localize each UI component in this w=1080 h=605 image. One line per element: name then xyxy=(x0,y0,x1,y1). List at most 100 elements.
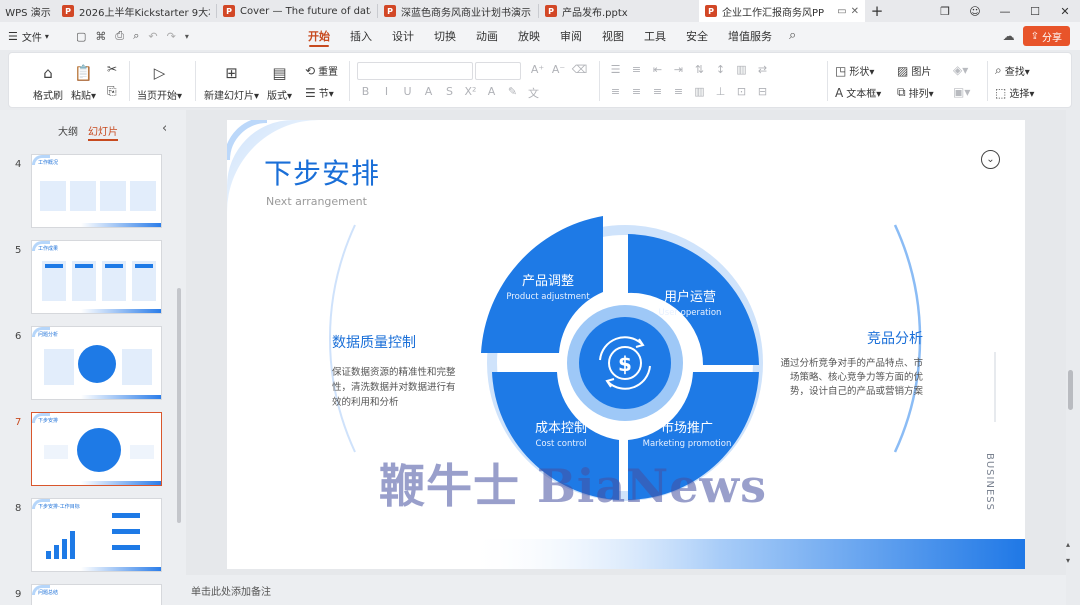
tab-outline[interactable]: 大纲 xyxy=(58,123,78,141)
select-button[interactable]: ⬚ 选择▾ xyxy=(995,85,1034,101)
navigator-scrollbar[interactable] xyxy=(177,288,181,523)
text-box-align-icon[interactable]: ⊡ xyxy=(731,85,752,98)
strike-icon[interactable]: S xyxy=(439,85,460,101)
segment-label[interactable]: 市场推广 Marketing promotion xyxy=(633,417,741,449)
document-tab[interactable]: P Cover — The future of data- xyxy=(217,0,377,22)
format-painter-button[interactable]: ⌂ 格式刷 xyxy=(33,63,63,102)
slide-thumbnail[interactable]: 问题分析 xyxy=(31,326,162,400)
vertical-align-icon[interactable]: ⊥ xyxy=(710,85,731,98)
align-right-icon[interactable]: ≡ xyxy=(647,85,668,98)
slide-thumbnail[interactable]: 工作成果 xyxy=(31,240,162,314)
superscript-icon[interactable]: X² xyxy=(460,85,481,101)
tab-animation[interactable]: 动画 xyxy=(466,22,508,50)
shrink-font-icon[interactable]: A⁻ xyxy=(548,63,569,76)
slide-thumbnail[interactable]: 工作概况 xyxy=(31,154,162,228)
search-icon[interactable]: ⌕ xyxy=(789,28,796,43)
slide-thumbnail[interactable]: 下步安排-工作目标 xyxy=(31,498,162,572)
segment-label[interactable]: 成本控制 Cost control xyxy=(509,417,613,449)
file-menu[interactable]: ☰ 文件 ▾ xyxy=(0,29,66,44)
side-text[interactable]: BUSINESS xyxy=(984,453,995,511)
highlight-icon[interactable]: ✎ xyxy=(502,85,523,101)
columns-icon[interactable]: ▥ xyxy=(731,63,752,76)
print-icon[interactable]: ⎙ xyxy=(115,29,124,43)
close-window-icon[interactable]: ✕ xyxy=(1050,0,1080,22)
shape-button[interactable]: ◳ 形状▾ xyxy=(835,63,874,79)
layout-button[interactable]: ▤ 版式▾ xyxy=(267,63,292,102)
cloud-icon[interactable]: ☁ xyxy=(1003,29,1015,43)
document-tab[interactable]: P 2026上半年Kickstarter 9大本 xyxy=(56,0,216,22)
document-tab-active[interactable]: P 企业工作汇报商务风PP ▭ ✕ xyxy=(699,0,865,22)
maximize-icon[interactable]: ☐ xyxy=(1020,0,1050,22)
numbered-list-icon[interactable]: ≡ xyxy=(626,63,647,76)
play-current-button[interactable]: ▷ 当页开始▾ xyxy=(137,63,182,102)
scroll-up-icon[interactable]: ▴ xyxy=(1066,540,1070,549)
convert-icon[interactable]: ⇄ xyxy=(752,63,773,76)
decrease-indent-icon[interactable]: ⇤ xyxy=(647,63,668,76)
underline-icon[interactable]: U xyxy=(397,85,418,101)
textbox-button[interactable]: A 文本框▾ xyxy=(835,85,881,101)
right-body[interactable]: 通过分析竞争对手的产品特点、市场策略、核心竞争力等方面的优势，设计自己的产品或营… xyxy=(775,357,923,399)
slide-thumbnail[interactable]: 问题总结 xyxy=(31,584,162,605)
slide-subtitle[interactable]: Next arrangement xyxy=(266,195,367,208)
new-tab-button[interactable]: + xyxy=(865,0,889,22)
tile-windows-icon[interactable]: ❐ xyxy=(930,0,960,22)
align-center-icon[interactable]: ≡ xyxy=(626,85,647,98)
bullet-list-icon[interactable]: ☰ xyxy=(605,63,626,76)
tab-slides[interactable]: 幻灯片 xyxy=(88,123,118,141)
current-slide[interactable]: $ 下步安排 Next arrangement ⌄ 数据质量控制 保证数据资源的… xyxy=(227,120,1025,569)
share-button[interactable]: ⇪ 分享 xyxy=(1022,26,1070,46)
avatar[interactable]: ☺ xyxy=(960,0,990,22)
tab-slideshow[interactable]: 放映 xyxy=(508,22,550,50)
redo-icon[interactable]: ↷ xyxy=(167,30,176,43)
chevron-down-icon[interactable]: ▾ xyxy=(185,32,189,41)
grow-font-icon[interactable]: A⁺ xyxy=(527,63,548,76)
collapse-panel-icon[interactable]: ‹ xyxy=(162,121,167,136)
section-button[interactable]: ☰ 节▾ xyxy=(305,85,334,101)
outline-icon[interactable]: ▣▾ xyxy=(953,85,973,99)
print-preview-icon[interactable]: ⌕ xyxy=(133,29,139,43)
slide-thumbnail-current[interactable]: 下步安排 xyxy=(31,412,162,486)
tab-premium[interactable]: 增值服务 xyxy=(718,22,782,50)
font-family-select[interactable] xyxy=(357,62,473,80)
justify-icon[interactable]: ≡ xyxy=(668,85,689,98)
picture-button[interactable]: ▨ 图片 xyxy=(897,63,931,79)
app-name[interactable]: WPS 演示 xyxy=(0,0,56,22)
increase-indent-icon[interactable]: ⇥ xyxy=(668,63,689,76)
document-tab[interactable]: P 深蓝色商务风商业计划书演示 xyxy=(378,0,538,22)
find-button[interactable]: ⌕ 查找▾ xyxy=(995,63,1030,78)
close-tab-icon[interactable]: ✕ xyxy=(851,6,859,17)
tab-design[interactable]: 设计 xyxy=(382,22,424,50)
document-tab[interactable]: P 产品发布.pptx xyxy=(539,0,699,22)
strikethrough-icon[interactable]: A xyxy=(418,85,439,101)
clear-format-icon[interactable]: ⌫ xyxy=(569,63,590,76)
smart-art-icon[interactable]: ⊟ xyxy=(752,85,773,98)
bold-icon[interactable]: B xyxy=(355,85,376,101)
save-icon[interactable]: ▢ xyxy=(76,30,86,43)
left-heading[interactable]: 数据质量控制 xyxy=(332,332,416,352)
window-icon[interactable]: ▭ xyxy=(837,6,846,17)
segment-label[interactable]: 产品调整 Product adjustment xyxy=(493,270,603,302)
minimize-icon[interactable]: — xyxy=(990,0,1020,22)
tab-transition[interactable]: 切换 xyxy=(424,22,466,50)
tab-home[interactable]: 开始 xyxy=(298,22,340,50)
canvas-scrollbar[interactable] xyxy=(1068,370,1073,410)
font-color-icon[interactable]: A xyxy=(481,85,502,101)
undo-icon[interactable]: ↶ xyxy=(148,30,157,43)
tab-insert[interactable]: 插入 xyxy=(340,22,382,50)
export-icon[interactable]: ⌘ xyxy=(95,30,106,43)
align-left-icon[interactable]: ≡ xyxy=(605,85,626,98)
fill-icon[interactable]: ◈▾ xyxy=(953,63,971,77)
tab-security[interactable]: 安全 xyxy=(676,22,718,50)
tab-review[interactable]: 审阅 xyxy=(550,22,592,50)
line-spacing-icon[interactable]: ↕ xyxy=(710,63,731,76)
reset-button[interactable]: ⟲ 重置 xyxy=(305,63,338,79)
copy-icon[interactable]: ⎘ xyxy=(107,84,120,99)
tab-view[interactable]: 视图 xyxy=(592,22,634,50)
segment-label[interactable]: 用户运营 User operation xyxy=(635,286,745,318)
text-direction-icon[interactable]: ⇅ xyxy=(689,63,710,76)
paste-button[interactable]: 📋 粘贴▾ xyxy=(71,63,96,102)
char-spacing-icon[interactable]: 文 xyxy=(523,85,544,101)
arrange-button[interactable]: ⧉ 排列▾ xyxy=(897,85,934,100)
font-size-select[interactable] xyxy=(475,62,521,80)
distribute-icon[interactable]: ▥ xyxy=(689,85,710,98)
